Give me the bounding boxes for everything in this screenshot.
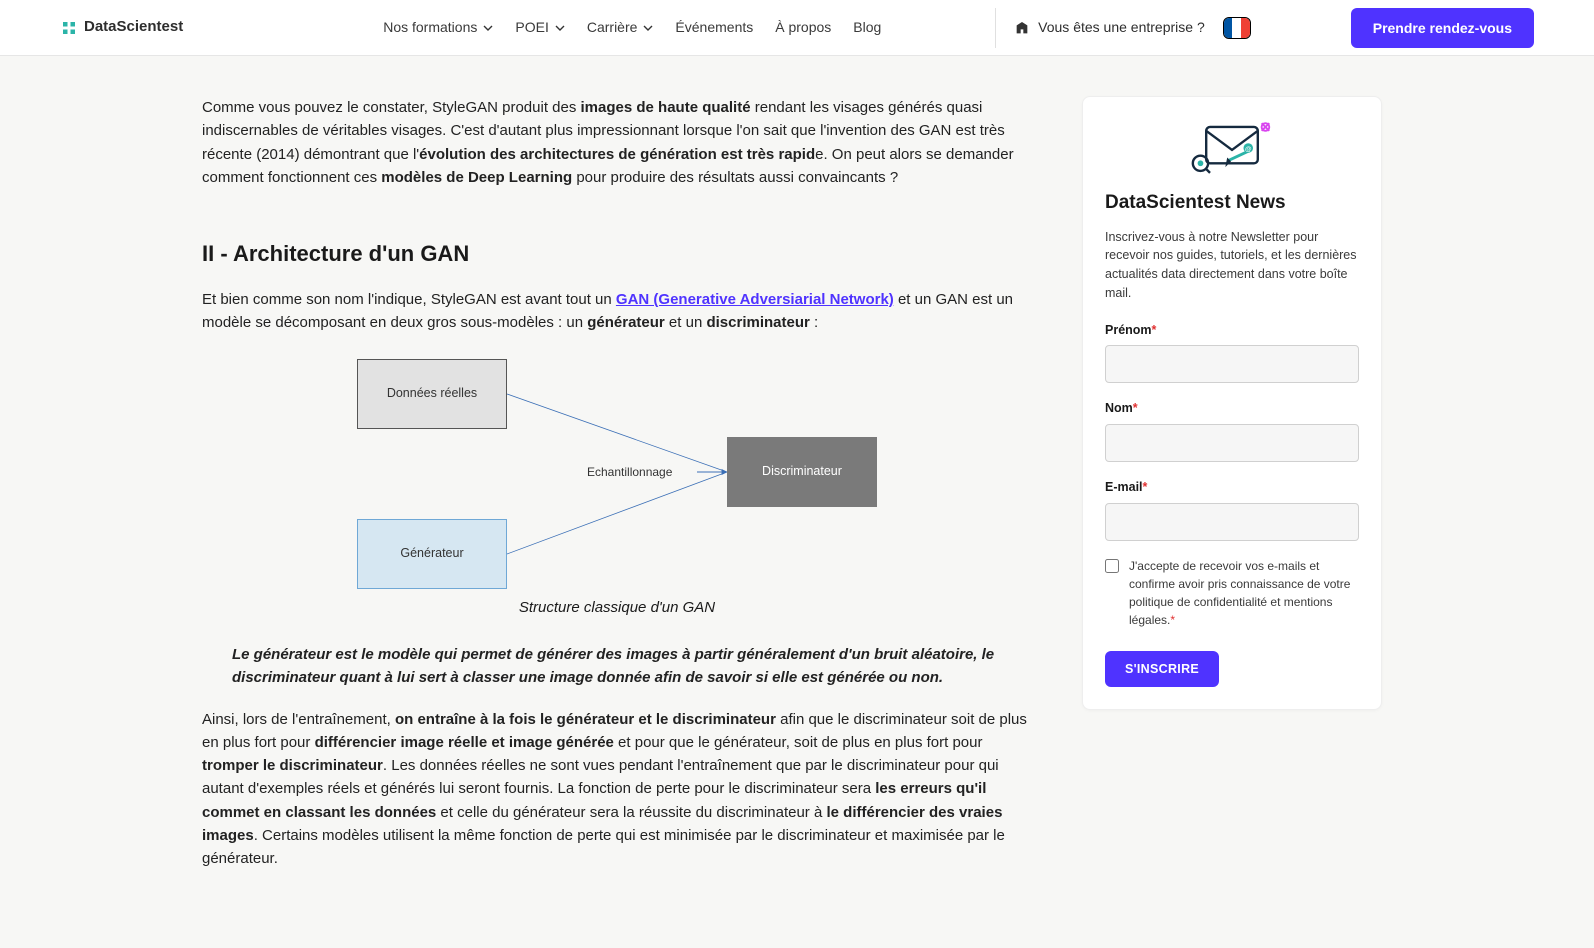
enterprise-link[interactable]: Vous êtes une entreprise ? (1014, 17, 1205, 38)
cta-button[interactable]: Prendre rendez-vous (1351, 8, 1534, 48)
nav-blog[interactable]: Blog (853, 17, 881, 38)
diagram-box-generator: Générateur (357, 519, 507, 589)
input-prenom[interactable] (1105, 345, 1359, 383)
nav-label: À propos (775, 17, 831, 38)
paragraph-gan-intro: Et bien comme son nom l'indique, StyleGA… (202, 288, 1032, 335)
consent-text: J'accepte de recevoir vos e-mails et con… (1129, 557, 1359, 629)
paragraph-training: Ainsi, lors de l'entraînement, on entraî… (202, 708, 1032, 871)
diagram-box-discriminator: Discriminateur (727, 437, 877, 507)
field-email: E-mail* (1105, 478, 1359, 541)
nav-poei[interactable]: POEI (515, 17, 564, 38)
diagram-caption: Structure classique d'un GAN (202, 597, 1032, 620)
section-heading: II - Architecture d'un GAN (202, 237, 1032, 270)
newsletter-description: Inscrivez-vous à notre Newsletter pour r… (1105, 228, 1359, 303)
nav-label: Carrière (587, 17, 638, 38)
consent-checkbox[interactable] (1105, 559, 1119, 573)
nav-label: Événements (675, 17, 753, 38)
consent-block: J'accepte de recevoir vos e-mails et con… (1105, 557, 1359, 629)
header-divider (995, 8, 996, 48)
nav-evenements[interactable]: Événements (675, 17, 753, 38)
enterprise-label: Vous êtes une entreprise ? (1038, 17, 1205, 38)
blockquote: Le générateur est le modèle qui permet d… (202, 643, 1032, 690)
article-content: Comme vous pouvez le constater, StyleGAN… (202, 96, 1032, 888)
brand-logo[interactable]: DataScientest (60, 16, 183, 39)
building-icon (1014, 20, 1030, 36)
nav-label: Blog (853, 17, 881, 38)
input-email[interactable] (1105, 503, 1359, 541)
paragraph-intro: Comme vous pouvez le constater, StyleGAN… (202, 96, 1032, 189)
main-nav: Nos formations POEI Carrière Événements … (383, 17, 881, 38)
brand-logo-icon (60, 19, 78, 37)
diagram-label-sampling: Echantillonnage (587, 463, 672, 481)
nav-formations[interactable]: Nos formations (383, 17, 493, 38)
newsletter-card: @ DataScientest News Inscrivez-vous à no… (1082, 96, 1382, 710)
nav-label: Nos formations (383, 17, 477, 38)
newsletter-title: DataScientest News (1105, 189, 1359, 218)
input-nom[interactable] (1105, 424, 1359, 462)
gan-diagram: Données réelles Générateur Echantillonna… (357, 359, 877, 589)
field-nom: Nom* (1105, 399, 1359, 462)
language-selector-fr[interactable] (1223, 17, 1251, 39)
label-email: E-mail* (1105, 478, 1359, 497)
nav-carriere[interactable]: Carrière (587, 17, 654, 38)
diagram-box-real-data: Données réelles (357, 359, 507, 429)
chevron-down-icon (555, 23, 565, 33)
chevron-down-icon (643, 23, 653, 33)
label-prenom: Prénom* (1105, 321, 1359, 340)
label-nom: Nom* (1105, 399, 1359, 418)
nav-label: POEI (515, 17, 548, 38)
field-prenom: Prénom* (1105, 321, 1359, 384)
subscribe-button[interactable]: S'INSCRIRE (1105, 651, 1219, 687)
svg-text:@: @ (1245, 146, 1252, 153)
brand-name: DataScientest (84, 16, 183, 39)
site-header: DataScientest Nos formations POEI Carriè… (0, 0, 1594, 56)
nav-apropos[interactable]: À propos (775, 17, 831, 38)
gan-link[interactable]: GAN (Generative Adversiarial Network) (616, 291, 894, 308)
chevron-down-icon (483, 23, 493, 33)
envelope-icon: @ (1189, 119, 1275, 177)
